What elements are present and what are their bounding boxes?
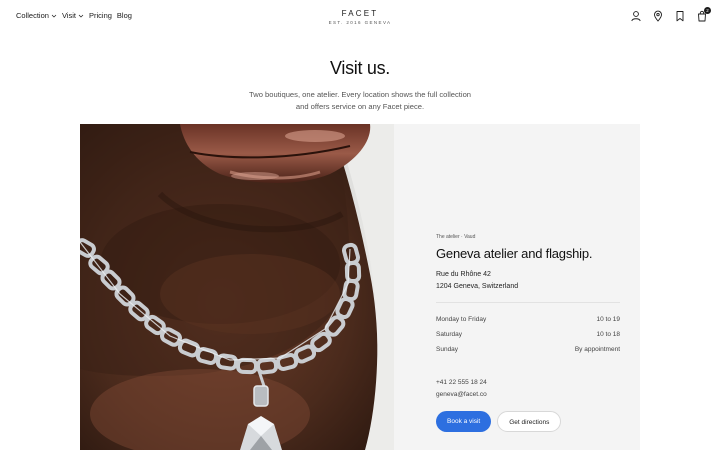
book-visit-button[interactable]: Book a visit (436, 411, 492, 432)
page-title: Visit us. (330, 58, 390, 78)
location-photo (80, 124, 394, 450)
opening-hours: Monday to Friday 10 to 19 Saturday 10 to… (436, 312, 620, 357)
brand-tagline: EST. 2016 GENEVA (328, 20, 392, 25)
location-pin-icon[interactable] (652, 10, 664, 22)
get-directions-button[interactable]: Get directions (497, 411, 562, 432)
email-link[interactable]: geneva@facet.co (436, 389, 620, 401)
bookmark-icon[interactable] (674, 10, 686, 22)
address-line-1: Rue du Rhône 42 (436, 271, 491, 278)
account-icon[interactable] (630, 10, 642, 22)
cart-count-badge: 2 (704, 7, 711, 14)
hours-day: Saturday (436, 331, 463, 338)
location-details-panel: The atelier · Vaud Geneva atelier and fl… (394, 124, 640, 450)
jewelry-model-image (80, 124, 394, 450)
hours-time: 10 to 19 (596, 316, 621, 323)
brand-name: FACET (341, 9, 379, 18)
location-title: Geneva atelier and flagship. (436, 246, 593, 261)
hours-row: Sunday By appointment (436, 342, 620, 357)
utility-nav: 2 (630, 7, 711, 22)
hours-time: 10 to 18 (596, 331, 621, 338)
contact-info: +41 22 555 18 24 geneva@facet.co (436, 377, 620, 400)
brand-logo[interactable]: FACET EST. 2016 GENEVA (0, 9, 720, 25)
location-card: The atelier · Vaud Geneva atelier and fl… (80, 124, 640, 450)
hours-day: Monday to Friday (436, 316, 487, 323)
divider (436, 302, 620, 303)
location-address: Rue du Rhône 42 1204 Geneva, Switzerland (436, 269, 620, 292)
hours-time: By appointment (574, 346, 620, 353)
shopping-bag-icon[interactable]: 2 (696, 7, 711, 22)
hours-row: Monday to Friday 10 to 19 (436, 312, 620, 327)
phone-link[interactable]: +41 22 555 18 24 (436, 377, 620, 389)
location-eyebrow: The atelier · Vaud (436, 234, 476, 240)
hours-day: Sunday (436, 346, 459, 353)
top-navigation: Collection Visit Pricing Blog FACET EST.… (0, 0, 720, 34)
location-actions: Book a visit Get directions (436, 411, 620, 432)
hours-row: Saturday 10 to 18 (436, 327, 620, 342)
page-header: Visit us. Two boutiques, one atelier. Ev… (0, 58, 720, 113)
address-line-2: 1204 Geneva, Switzerland (436, 282, 519, 290)
page-subtitle: Two boutiques, one atelier. Every locati… (248, 90, 472, 111)
